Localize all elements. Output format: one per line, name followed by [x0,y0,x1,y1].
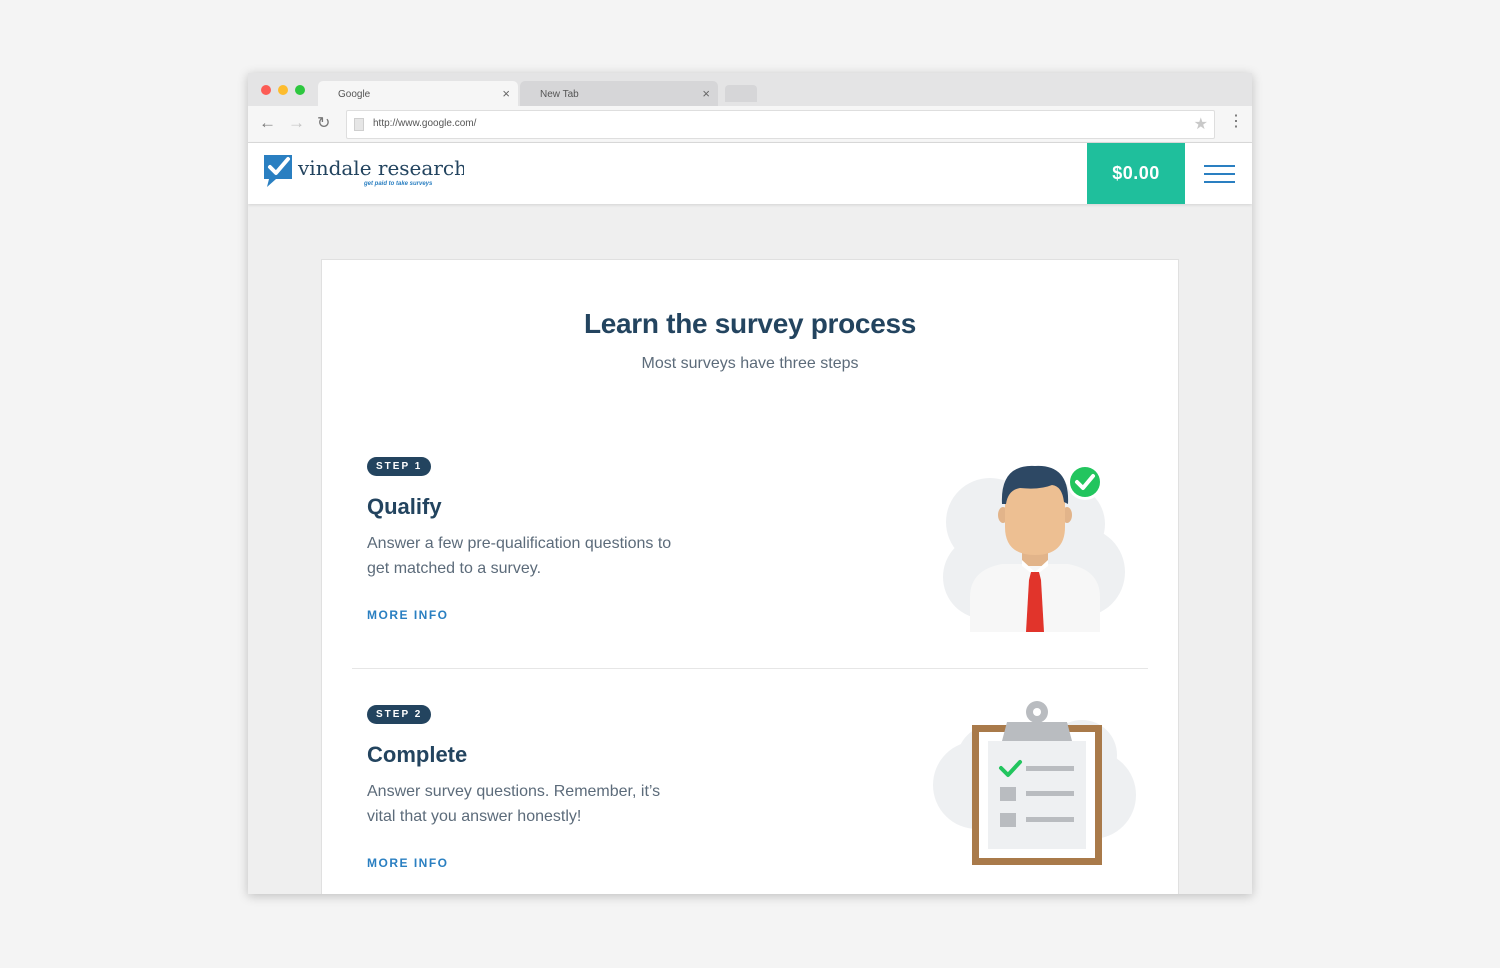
tab-bar: Google × New Tab × [248,73,1252,106]
step-badge: STEP 1 [367,457,432,476]
tab-title: New Tab [540,89,579,100]
person-check-illustration [943,464,1125,632]
new-tab-button[interactable] [725,85,757,102]
close-tab-icon[interactable]: × [702,86,710,101]
step-title: Qualify [367,494,442,519]
close-tab-icon[interactable]: × [502,86,510,101]
balance-button[interactable]: $0.00 [1087,143,1185,204]
tab-title: Google [338,89,371,100]
minimize-window-button[interactable] [278,85,288,95]
page-title: Learn the survey process [583,308,917,339]
step-divider [352,668,1148,669]
page-icon [354,118,364,131]
site-header: vindale research get paid to take survey… [248,143,1252,204]
maximize-window-button[interactable] [295,85,305,95]
address-bar[interactable]: http://www.google.com/ ★ [346,110,1215,139]
more-info-link[interactable]: MORE INFO [367,856,449,870]
vindale-logo[interactable]: vindale research get paid to take survey… [264,153,464,193]
arrow-right-icon[interactable]: → [288,113,305,133]
step-title: Complete [367,742,468,767]
page-subtitle: Most surveys have three steps [641,355,859,372]
kebab-menu-icon[interactable]: ⋮ [1228,114,1244,130]
url-text[interactable]: http://www.google.com/ [373,118,476,129]
step-description: Answer survey questions. Remember, it’s … [367,783,661,825]
arrow-left-icon[interactable]: ← [259,113,276,133]
star-icon[interactable]: ★ [1194,114,1208,134]
browser-window: Google × New Tab × ← → ↻ http://www.goog… [248,73,1252,894]
tab-new-tab[interactable]: New Tab × [520,81,718,106]
close-window-button[interactable] [261,85,271,95]
logo-name: vindale research [297,156,464,180]
survey-process-card: Learn the survey process Most surveys ha… [321,259,1179,894]
step-badge: STEP 2 [367,705,432,724]
hamburger-menu-icon[interactable] [1204,165,1235,185]
step-description: Answer a few pre-qualification questions… [367,535,672,577]
tab-google[interactable]: Google × [318,81,518,106]
logo-tagline: get paid to take surveys [363,181,433,187]
more-info-link[interactable]: MORE INFO [367,608,449,622]
clipboard-checklist-illustration [933,701,1136,865]
browser-toolbar: ← → ↻ http://www.google.com/ ★ ⋮ [248,106,1252,143]
reload-icon[interactable]: ↻ [317,113,330,133]
